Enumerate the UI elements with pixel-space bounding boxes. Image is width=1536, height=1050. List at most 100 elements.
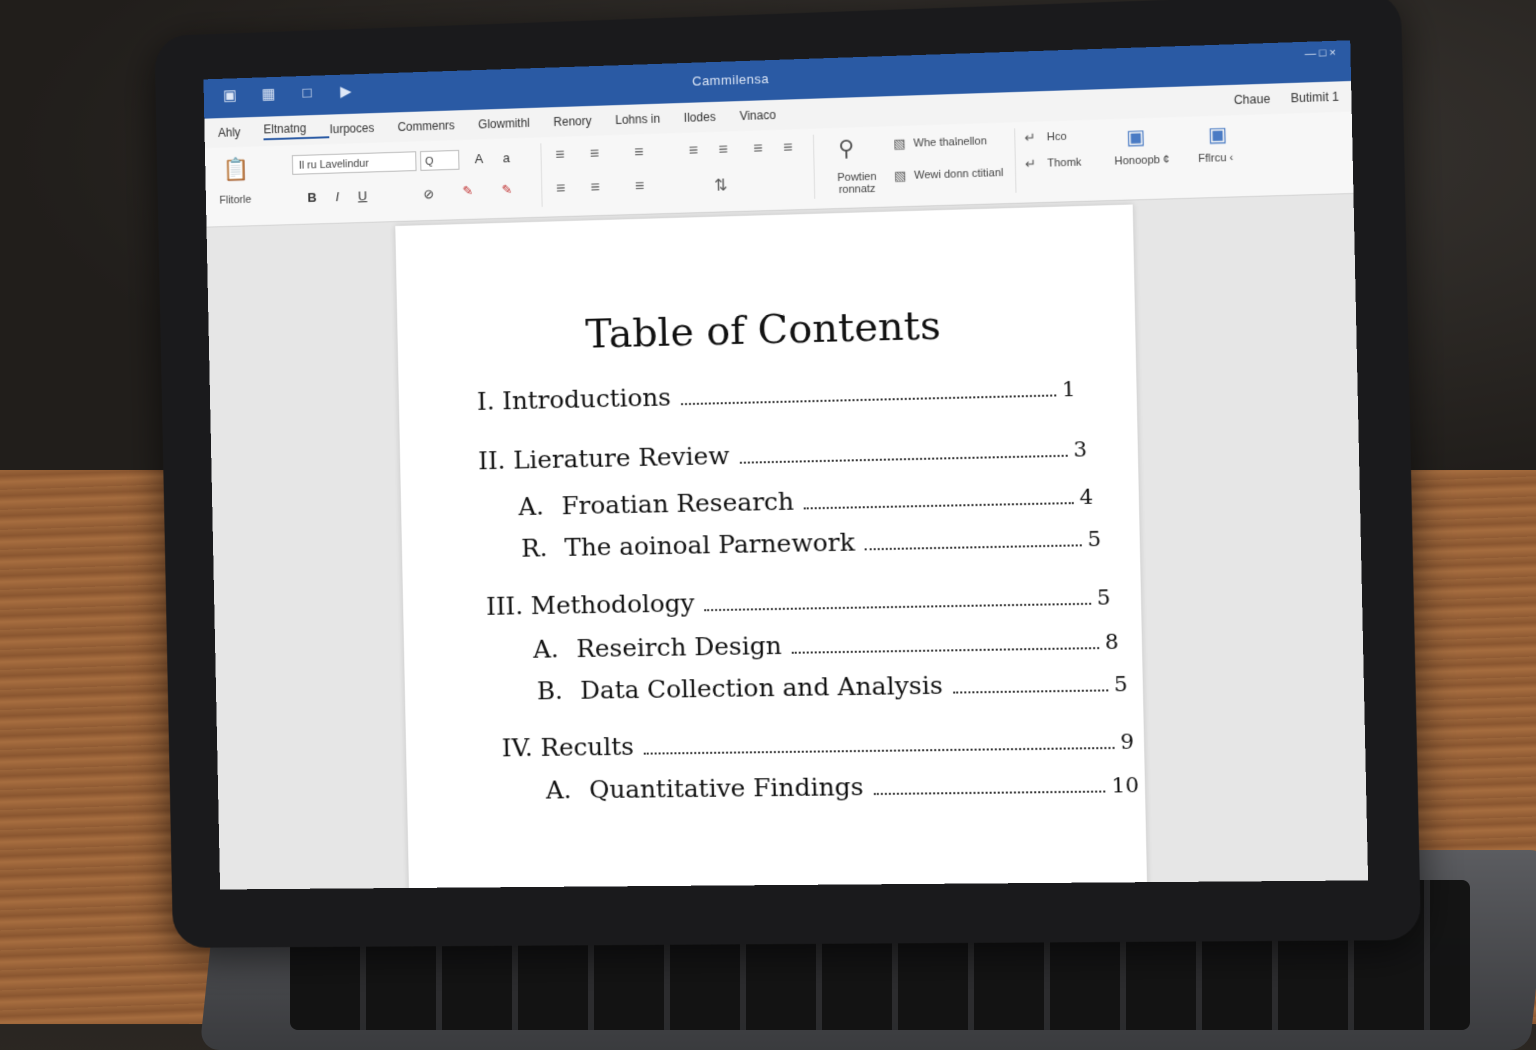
toc-text: Introductions (502, 382, 671, 415)
toc-marker: A. (546, 775, 590, 804)
separator (813, 135, 815, 199)
share-tab[interactable]: Chaue (1234, 92, 1271, 107)
play-icon[interactable]: ▶ (337, 84, 355, 100)
quick-access-toolbar: ▣ ▦ □ ▶ (221, 84, 355, 104)
laptop-screen: ▣ ▦ □ ▶ Cammilensa — □ × Ahly Eltnatng I… (203, 40, 1368, 889)
find-icon[interactable]: ⚲ (838, 135, 855, 162)
toc-entry[interactable]: I. Introductions 1 (477, 373, 1076, 416)
find-label: Powtien ronnatz (822, 170, 893, 196)
style-item-1[interactable]: Whe thalnellon (913, 135, 987, 149)
group-label-2: Fflrcu ‹ (1198, 152, 1233, 165)
toc-text: Reseirch Design (576, 631, 782, 663)
toc-page-number: 3 (1073, 437, 1087, 462)
edit-item-1[interactable]: Hco (1047, 131, 1067, 144)
toc-page-number: 10 (1111, 773, 1139, 798)
dot-leader (705, 603, 1091, 611)
separator (1014, 128, 1016, 192)
toc-page-number: 1 (1062, 377, 1076, 402)
dictate-icon[interactable]: ▣ (1126, 124, 1146, 150)
select-icon[interactable]: ↵ (1025, 156, 1036, 172)
paste-icon[interactable]: 📋 (222, 157, 249, 183)
toc-text: Lierature Review (513, 441, 730, 475)
tab-6[interactable]: Renory (553, 113, 615, 129)
window-controls[interactable]: — □ × (1305, 47, 1336, 60)
ribbon-right-tabs: Chaue Butimit 1 (1234, 89, 1352, 107)
replace-icon[interactable]: ↵ (1024, 130, 1035, 146)
tab-9[interactable]: Vinaco (739, 107, 800, 123)
dot-leader (874, 791, 1106, 796)
toc-page-number: 9 (1120, 730, 1134, 754)
toc-page-number: 5 (1087, 527, 1101, 551)
toc-text: Methodology (531, 588, 695, 620)
toc-text: The aoinoal Parnework (564, 527, 855, 561)
bold-button[interactable]: B (302, 190, 322, 205)
toc-entry[interactable]: A. Reseirch Design 8 (533, 626, 1119, 664)
toc-entry[interactable]: A. Quantitative Findings 10 (546, 769, 1140, 805)
submit-tab[interactable]: Butimit 1 (1291, 90, 1339, 106)
toc-page-number: 5 (1097, 585, 1111, 609)
toc-text: Data Collection and Analysis (580, 671, 943, 705)
toc-marker: A. (533, 634, 577, 663)
toc-entry[interactable]: II. Lierature Review 3 (478, 433, 1087, 475)
toc-page-number: 5 (1114, 672, 1128, 696)
dot-leader (953, 689, 1108, 693)
borders-icon[interactable]: ≡ (635, 178, 645, 196)
numbering-icon[interactable]: ≡ (590, 145, 600, 163)
toc-text: Recults (540, 732, 634, 762)
toc-entry[interactable]: R. The aoinoal Parnework 5 (521, 523, 1101, 563)
grow-font-icon[interactable]: A (469, 151, 489, 166)
align-left-icon[interactable]: ≡ (689, 142, 699, 160)
toc-entry[interactable]: A. Froatian Research 4 (518, 480, 1093, 521)
tab-3[interactable]: Iurpoces (329, 120, 397, 136)
indent-icon[interactable]: ≡ (634, 144, 644, 162)
style-icon[interactable]: ▧ (894, 168, 907, 184)
toc-marker: A. (518, 491, 562, 521)
shading-icon[interactable]: ≡ (590, 179, 600, 197)
underline-button[interactable]: U (353, 188, 373, 203)
toc-marker: III. (486, 591, 523, 620)
toc-page-number: 4 (1079, 485, 1093, 510)
toc-marker: R. (521, 533, 565, 563)
clear-format-icon[interactable]: ⊘ (419, 186, 439, 202)
toc-page-number: 8 (1105, 630, 1119, 654)
dot-leader (644, 747, 1114, 755)
align-center-icon[interactable]: ≡ (718, 141, 728, 159)
edit-item-2[interactable]: Thomk (1047, 157, 1081, 170)
group-label-1: Honoopb ¢ (1114, 154, 1169, 168)
tab-4[interactable]: Commenrs (397, 118, 478, 134)
document-page[interactable]: Table of Contents I. Introductions 1 II.… (395, 205, 1147, 890)
bullets-icon[interactable]: ≡ (555, 147, 565, 165)
font-name-box[interactable]: Il ru Lavelindur (292, 151, 417, 175)
tab-2[interactable]: Eltnatng (264, 120, 330, 140)
justify-icon[interactable]: ≡ (783, 139, 793, 157)
tab-7[interactable]: Lohns in (615, 111, 684, 127)
tab-1[interactable]: Ahly (218, 125, 264, 140)
toc-marker: I. (477, 387, 495, 416)
font-color-icon[interactable]: ✎ (497, 182, 517, 198)
dot-leader (740, 455, 1068, 464)
tab-8[interactable]: Ilodes (684, 109, 740, 125)
editor-icon[interactable]: ▣ (1208, 122, 1228, 148)
toc-entry[interactable]: IV. Recults 9 (502, 725, 1135, 762)
dot-leader (792, 647, 1099, 654)
highlight-icon[interactable]: ✎ (458, 183, 478, 199)
save-icon[interactable]: ▣ (221, 88, 239, 104)
style-icon[interactable]: ▧ (893, 136, 906, 152)
document-title: Cammilensa (692, 71, 769, 89)
sort-icon[interactable]: ⇅ (714, 175, 728, 195)
undo-icon[interactable]: □ (298, 85, 316, 101)
separator (540, 143, 542, 207)
style-item-2[interactable]: Wewi donn ctitianl (914, 167, 1004, 182)
tab-5[interactable]: Glowmithl (478, 115, 554, 131)
shrink-font-icon[interactable]: a (496, 150, 516, 165)
toc-marker: B. (537, 676, 581, 705)
dot-leader (865, 544, 1081, 550)
toc-entry[interactable]: III. Methodology 5 (486, 581, 1111, 621)
line-spacing-icon[interactable]: ≡ (556, 180, 566, 198)
align-right-icon[interactable]: ≡ (753, 140, 763, 158)
dot-leader (804, 502, 1073, 509)
grid-icon[interactable]: ▦ (260, 87, 278, 103)
italic-button[interactable]: I (327, 189, 347, 204)
toc-entry[interactable]: B. Data Collection and Analysis 5 (537, 668, 1128, 705)
font-size-box[interactable]: Q (420, 150, 459, 171)
